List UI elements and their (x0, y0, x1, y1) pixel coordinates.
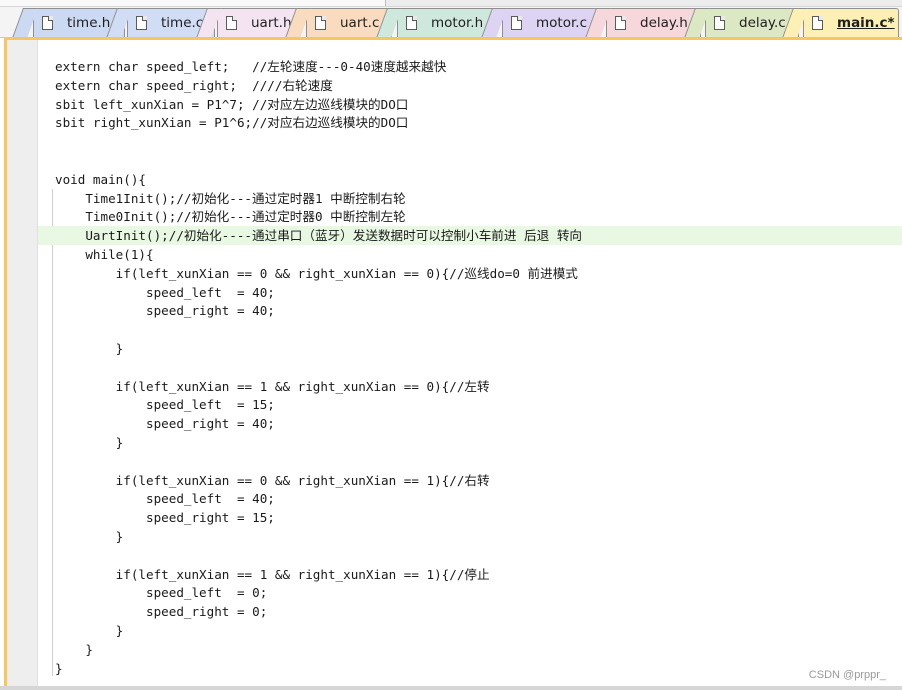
code-editor[interactable]: extern char speed_left; //左轮速度---0-40速度越… (4, 37, 902, 690)
code-line[interactable] (38, 546, 902, 565)
file-icon (406, 16, 417, 30)
tab-label: uart.h (251, 15, 292, 31)
code-line[interactable]: if(left_xunXian == 0 && right_xunXian ==… (38, 264, 902, 283)
code-line[interactable]: } (38, 640, 902, 659)
code-line[interactable]: speed_left = 15; (38, 395, 902, 414)
tab-label: uart.c (340, 15, 380, 31)
code-line[interactable]: speed_left = 0; (38, 583, 902, 602)
code-line[interactable]: speed_left = 40; (38, 283, 902, 302)
line-gutter[interactable] (7, 40, 38, 690)
tab-label: time.c (161, 15, 204, 31)
file-icon (511, 16, 522, 30)
code-line[interactable]: extern char speed_right; ////右轮速度 (38, 76, 902, 95)
code-line[interactable]: void main(){ (38, 170, 902, 189)
code-line[interactable]: speed_right = 0; (38, 602, 902, 621)
code-line[interactable]: Time1Init();//初始化---通过定时器1 中断控制右轮 (38, 189, 902, 208)
file-icon (812, 16, 823, 30)
code-line[interactable] (38, 151, 902, 170)
code-line[interactable]: } (38, 621, 902, 640)
file-icon (136, 16, 147, 30)
tab-main-c[interactable]: main.c* (782, 8, 899, 37)
code-line[interactable] (38, 132, 902, 151)
watermark: CSDN @prppr_ (808, 669, 886, 681)
file-icon (315, 16, 326, 30)
file-icon (615, 16, 626, 30)
file-icon (42, 16, 53, 30)
tab-label: delay.c (739, 15, 786, 31)
code-line[interactable]: } (38, 433, 902, 452)
toolbar-edge (0, 0, 386, 6)
tab-label: delay.h (640, 15, 688, 31)
code-line[interactable]: speed_right = 15; (38, 508, 902, 527)
code-line[interactable]: speed_right = 40; (38, 414, 902, 433)
tab-label: motor.c (536, 15, 587, 31)
code-line[interactable]: while(1){ (38, 245, 902, 264)
tab-label: time.h (67, 15, 111, 31)
code-line[interactable]: } (38, 339, 902, 358)
file-tab-bar: time.h time.c uart.h uart.c motor.h moto… (0, 0, 902, 38)
tab-motor-h[interactable]: motor.h (376, 8, 496, 37)
code-line[interactable] (38, 320, 902, 339)
code-line[interactable]: sbit right_xunXian = P1^6;//对应右边巡线模块的DO口 (38, 113, 902, 132)
code-line[interactable]: } (38, 659, 902, 678)
code-line[interactable]: speed_right = 40; (38, 301, 902, 320)
file-icon (226, 16, 237, 30)
code-line[interactable]: if(left_xunXian == 1 && right_xunXian ==… (38, 377, 902, 396)
code-line[interactable]: speed_left = 40; (38, 489, 902, 508)
code-line[interactable] (38, 452, 902, 471)
code-line[interactable]: if(left_xunXian == 1 && right_xunXian ==… (38, 565, 902, 584)
tab-label: motor.h (431, 15, 484, 31)
horizontal-scrollbar[interactable] (0, 686, 902, 690)
window-top-strip (0, 0, 902, 7)
code-line[interactable] (38, 358, 902, 377)
code-area[interactable]: extern char speed_left; //左轮速度---0-40速度越… (38, 40, 902, 690)
tab-motor-c[interactable]: motor.c (481, 8, 600, 37)
code-line[interactable]: extern char speed_left; //左轮速度---0-40速度越… (38, 57, 902, 76)
tab-label: main.c* (837, 15, 895, 31)
code-line[interactable]: UartInit();//初始化----通过串口（蓝牙）发送数据时可以控制小车前… (38, 226, 902, 246)
file-icon (714, 16, 725, 30)
tab-edge (12, 8, 38, 37)
code-line[interactable]: } (38, 527, 902, 546)
code-line[interactable]: Time0Init();//初始化---通过定时器0 中断控制左轮 (38, 207, 902, 226)
code-line[interactable]: sbit left_xunXian = P1^7; //对应左边巡线模块的DO口 (38, 95, 902, 114)
code-line[interactable]: if(left_xunXian == 0 && right_xunXian ==… (38, 471, 902, 490)
